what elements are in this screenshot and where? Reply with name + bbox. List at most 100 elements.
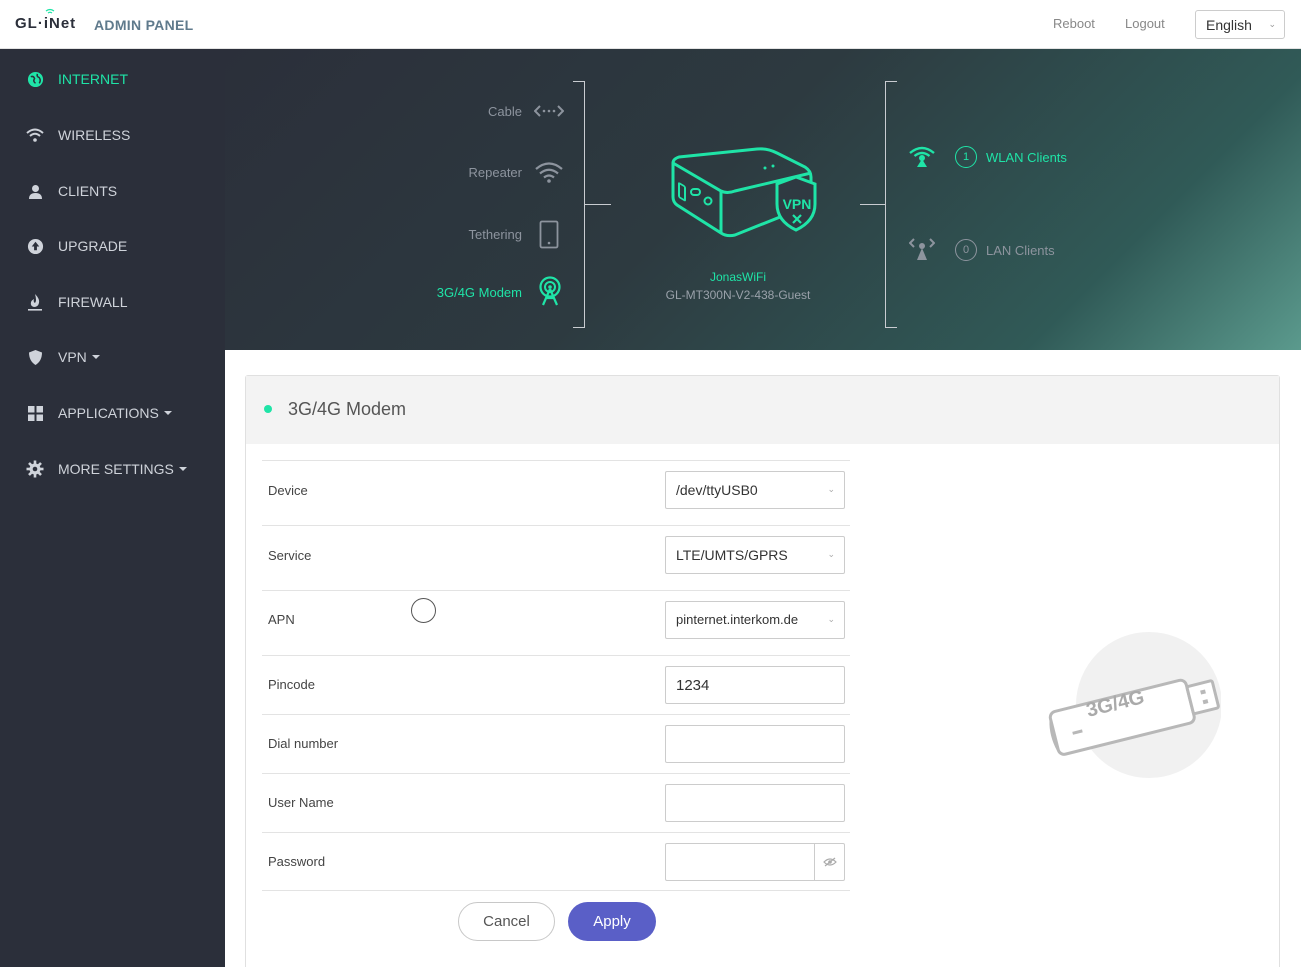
cable-icon	[534, 105, 564, 117]
password-label: Password	[268, 854, 326, 869]
top-bar: GL·iNet ADMIN PANEL Reboot Logout Englis…	[0, 0, 1301, 49]
source-cable[interactable]: Cable	[455, 104, 522, 119]
panel-title: 3G/4G Modem	[288, 399, 407, 419]
form-row-service: Service LTE/UMTS/GPRS ⌄	[262, 525, 850, 590]
sidebar-item-internet[interactable]: INTERNET	[0, 59, 225, 99]
sidebar-item-wireless[interactable]: WIRELESS	[0, 115, 225, 155]
sidebar-item-label: CLIENTS	[58, 183, 118, 199]
device-label: Device	[268, 483, 308, 498]
device-ssid: GL-MT300N-V2-438-Guest	[665, 288, 811, 302]
shield-icon	[26, 348, 44, 366]
globe-icon	[26, 70, 44, 88]
sidebar-item-more-settings[interactable]: MORE SETTINGS	[0, 449, 225, 489]
upload-icon	[26, 237, 44, 255]
device-select[interactable]: /dev/ttyUSB0 ⌄	[665, 471, 845, 509]
service-select[interactable]: LTE/UMTS/GPRS ⌄	[665, 536, 845, 574]
wlan-count-badge: 1	[955, 146, 977, 168]
form-row-dial-number: Dial number	[262, 714, 850, 773]
sidebar-item-label: MORE SETTINGS	[58, 461, 174, 477]
chevron-down-icon: ⌄	[827, 614, 835, 624]
sidebar-item-label: INTERNET	[58, 71, 128, 87]
username-label: User Name	[268, 795, 334, 810]
vpn-close-icon	[792, 214, 802, 224]
sidebar-item-label: UPGRADE	[58, 238, 128, 254]
sidebar: INTERNET WIRELESS CLIENTS UPGRADE FIREWA…	[0, 49, 225, 967]
wifi-icon	[535, 162, 563, 183]
pincode-input[interactable]: 1234	[665, 666, 845, 704]
cancel-button[interactable]: Cancel	[458, 902, 555, 941]
admin-panel-label: ADMIN PANEL	[94, 17, 194, 33]
device-value: /dev/ttyUSB0	[676, 482, 758, 498]
caret-down-icon	[91, 355, 100, 359]
logo-wifi-icon	[45, 8, 55, 14]
modem-settings-panel: 3G/4G Modem Device /dev/ttyUSB0 ⌄ Servic…	[245, 375, 1280, 967]
cursor-indicator	[411, 598, 436, 623]
sources-bracket	[573, 81, 585, 328]
pincode-value: 1234	[676, 677, 710, 694]
eye-slash-icon	[822, 857, 837, 867]
source-tethering[interactable]: Tethering	[455, 227, 522, 242]
show-password-toggle[interactable]	[814, 844, 844, 880]
language-select[interactable]: English ⌄	[1195, 10, 1285, 39]
caret-down-icon	[178, 467, 187, 471]
connector-line	[860, 204, 886, 205]
service-value: LTE/UMTS/GPRS	[676, 547, 788, 563]
sidebar-item-label: FIREWALL	[58, 294, 128, 310]
form-row-apn: APN pinternet.interkom.de ⌄	[262, 590, 850, 655]
sidebar-item-firewall[interactable]: FIREWALL	[0, 282, 225, 322]
sidebar-item-label: VPN	[58, 349, 87, 365]
apn-select[interactable]: pinternet.interkom.de ⌄	[665, 601, 845, 639]
gear-icon	[26, 460, 44, 478]
connector-line	[585, 204, 611, 205]
router-icon	[671, 147, 817, 238]
sidebar-item-label: APPLICATIONS	[58, 405, 159, 421]
status-dot	[264, 405, 272, 413]
grid-icon	[26, 404, 44, 422]
wlan-clients[interactable]: 1 WLAN Clients	[955, 146, 1067, 168]
username-input[interactable]	[665, 784, 845, 822]
apn-value: pinternet.interkom.de	[676, 612, 799, 627]
vpn-badge: VPN	[782, 196, 812, 212]
apn-label: APN	[268, 612, 295, 627]
sidebar-item-applications[interactable]: APPLICATIONS	[0, 393, 225, 433]
lan-clients[interactable]: 0 LAN Clients	[955, 239, 1055, 261]
wlan-antenna-icon	[909, 146, 935, 167]
gl-inet-logo: GL·iNet	[15, 8, 77, 32]
language-value: English	[1206, 17, 1252, 33]
clients-bracket	[885, 81, 897, 328]
sidebar-item-clients[interactable]: CLIENTS	[0, 171, 225, 211]
lan-icon	[909, 238, 935, 260]
logo-text: GL·iNet	[15, 15, 77, 32]
logout-link[interactable]: Logout	[1125, 16, 1165, 31]
wlan-clients-label: WLAN Clients	[986, 149, 1067, 165]
flame-icon	[26, 293, 44, 311]
pincode-label: Pincode	[268, 677, 315, 692]
reboot-link[interactable]: Reboot	[1053, 16, 1095, 31]
wifi-icon	[26, 126, 44, 144]
apply-button[interactable]: Apply	[568, 902, 656, 941]
sidebar-item-upgrade[interactable]: UPGRADE	[0, 226, 225, 266]
phone-icon	[539, 220, 559, 249]
password-input[interactable]	[665, 843, 845, 881]
panel-header: 3G/4G Modem	[246, 376, 1279, 444]
chevron-down-icon: ⌄	[827, 549, 835, 559]
user-icon	[26, 182, 44, 200]
dial-number-input[interactable]	[665, 725, 845, 763]
chevron-down-icon: ⌄	[827, 484, 835, 494]
sidebar-item-vpn[interactable]: VPN	[0, 337, 225, 377]
service-label: Service	[268, 548, 312, 563]
form-row-device: Device /dev/ttyUSB0 ⌄	[262, 460, 850, 525]
form-row-username: User Name	[262, 773, 850, 832]
lan-clients-label: LAN Clients	[986, 242, 1055, 258]
source-3g4g-modem[interactable]: 3G/4G Modem	[415, 285, 522, 300]
form-row-pincode: Pincode 1234	[262, 655, 850, 714]
network-status-banner: Cable Repeater Tethering 3G/4G Modem VPN…	[225, 49, 1301, 350]
caret-down-icon	[163, 411, 172, 415]
antenna-icon	[539, 276, 561, 306]
lan-count-badge: 0	[955, 239, 977, 261]
source-repeater[interactable]: Repeater	[455, 165, 522, 180]
chevron-down-icon: ⌄	[1268, 19, 1276, 29]
device-name: JonasWiFi	[709, 270, 766, 284]
dial-number-label: Dial number	[268, 736, 339, 751]
sidebar-item-label: WIRELESS	[58, 127, 131, 143]
